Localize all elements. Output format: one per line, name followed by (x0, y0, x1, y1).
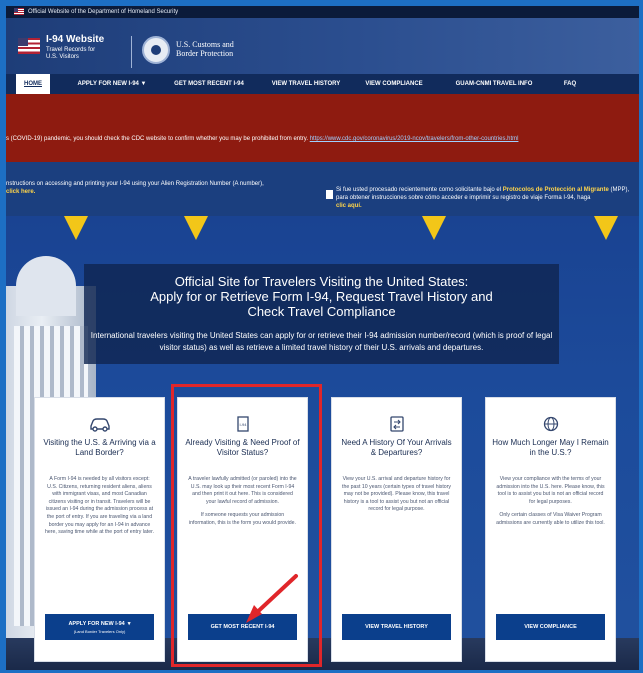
red-arrow-icon (246, 574, 298, 623)
